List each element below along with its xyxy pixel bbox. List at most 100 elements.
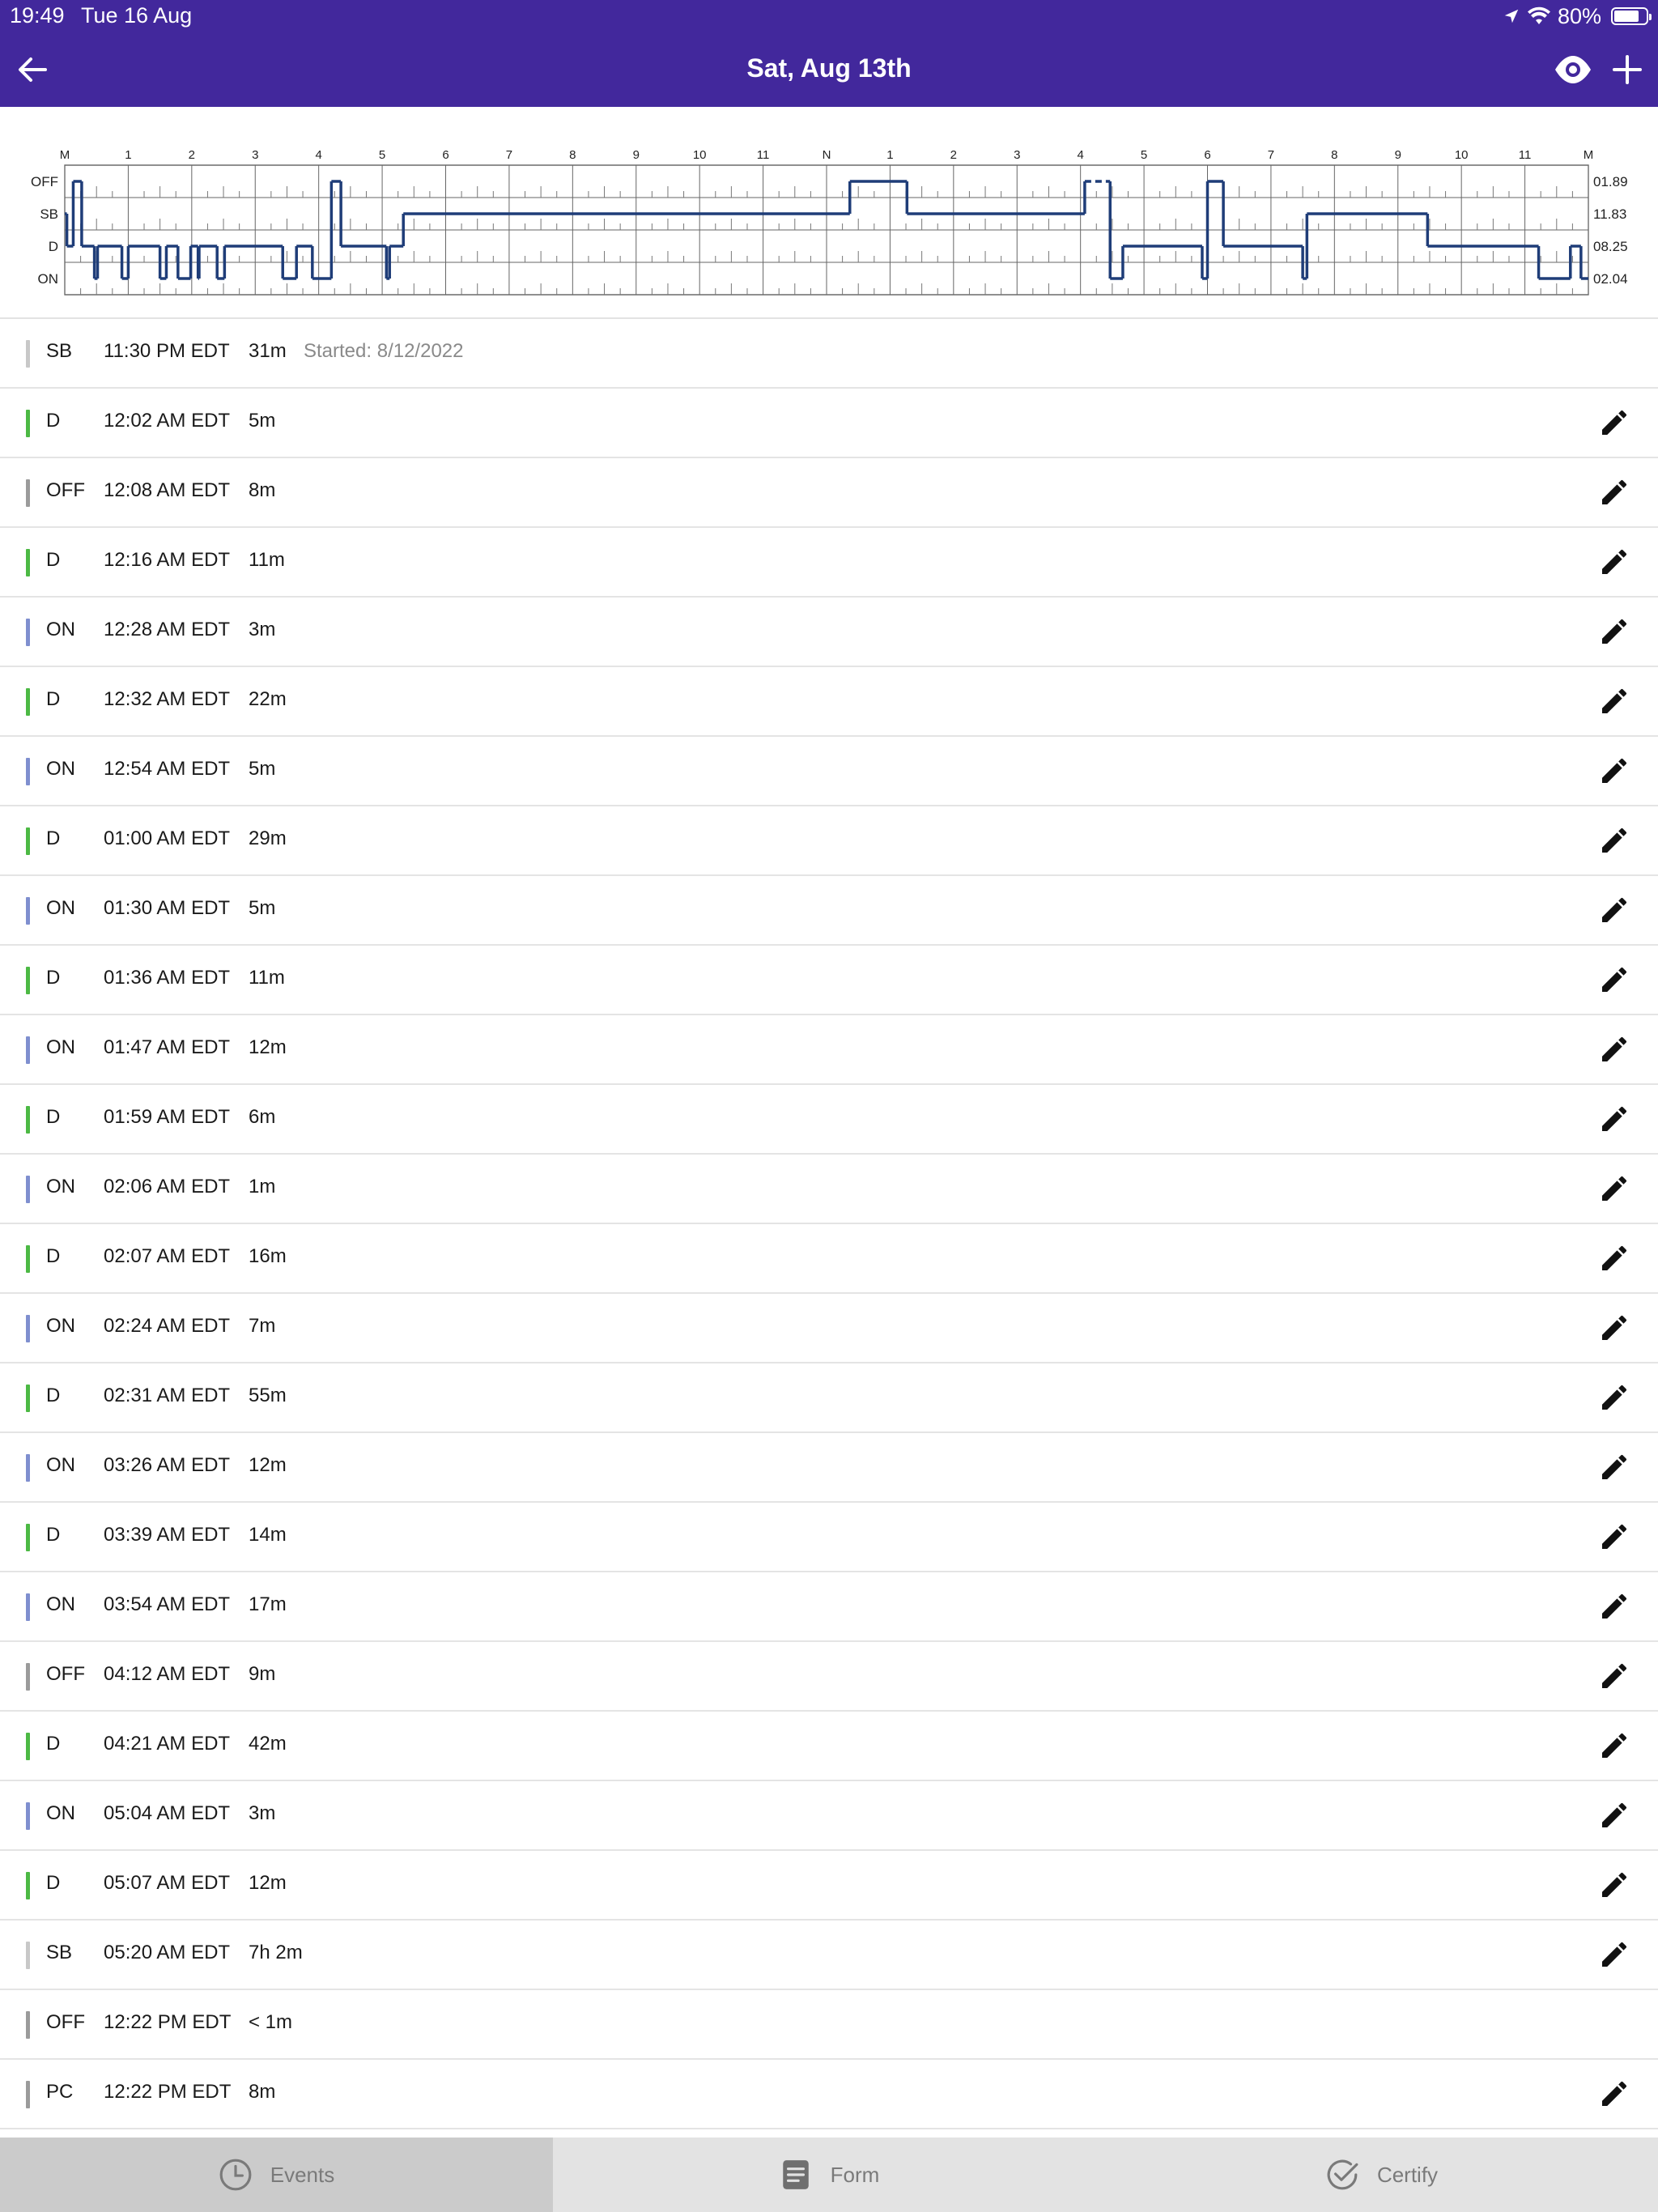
event-row[interactable]: D 12:32 AM EDT 22m [0, 667, 1658, 737]
edit-pencil-icon[interactable] [1598, 1103, 1630, 1135]
event-row[interactable]: ON 03:54 AM EDT 17m [0, 1572, 1658, 1642]
edit-pencil-icon[interactable] [1598, 1242, 1630, 1274]
event-time: 02:24 AM EDT [104, 1315, 231, 1337]
plus-icon[interactable] [1608, 50, 1647, 89]
event-time: 03:39 AM EDT [104, 1524, 231, 1546]
edit-pencil-icon[interactable] [1598, 1312, 1630, 1344]
edit-pencil-icon[interactable] [1598, 685, 1630, 717]
event-status: D [46, 967, 61, 989]
edit-pencil-icon[interactable] [1598, 1172, 1630, 1205]
event-row[interactable]: PC 12:22 PM EDT 8m [0, 2060, 1658, 2129]
event-row[interactable]: ON 12:28 AM EDT 3m [0, 598, 1658, 667]
status-total: 01.89 [1593, 174, 1628, 189]
edit-pencil-icon[interactable] [1598, 1033, 1630, 1066]
status-color-bar [26, 1245, 30, 1273]
event-status: PC [46, 2081, 74, 2103]
event-status: ON [46, 1593, 75, 1615]
edit-pencil-icon[interactable] [1598, 1451, 1630, 1483]
event-status: D [46, 1106, 61, 1128]
event-row[interactable]: D 01:59 AM EDT 6m [0, 1085, 1658, 1155]
event-duration: 5m [249, 410, 276, 432]
event-row[interactable]: ON 02:06 AM EDT 1m [0, 1155, 1658, 1224]
edit-pencil-icon[interactable] [1598, 1799, 1630, 1831]
event-time: 01:00 AM EDT [104, 827, 231, 849]
event-row[interactable]: ON 01:47 AM EDT 12m [0, 1015, 1658, 1085]
event-row[interactable]: D 04:21 AM EDT 42m [0, 1712, 1658, 1781]
event-duration: 6m [249, 1106, 276, 1128]
edit-pencil-icon[interactable] [1598, 615, 1630, 648]
event-row[interactable]: SB 05:20 AM EDT 7h 2m [0, 1921, 1658, 1990]
status-total: 08.25 [1593, 239, 1628, 254]
event-row[interactable]: D 12:02 AM EDT 5m [0, 389, 1658, 458]
event-time: 05:07 AM EDT [104, 1872, 231, 1894]
event-time: 12:02 AM EDT [104, 410, 231, 432]
status-color-bar [26, 1454, 30, 1482]
status-color-bar [26, 1733, 30, 1760]
status-color-bar [26, 410, 30, 437]
event-duration: 17m [249, 1593, 287, 1615]
hour-label: 1 [125, 148, 131, 162]
edit-pencil-icon[interactable] [1598, 1660, 1630, 1692]
battery-icon [1611, 7, 1652, 25]
edit-pencil-icon[interactable] [1598, 406, 1630, 439]
event-row[interactable]: ON 01:30 AM EDT 5m [0, 876, 1658, 946]
edit-pencil-icon[interactable] [1598, 755, 1630, 787]
event-duration: 29m [249, 827, 287, 849]
tab-label: Events [270, 2162, 335, 2187]
event-status: SB [46, 1942, 73, 1963]
tab-certify[interactable]: Certify [1105, 2138, 1658, 2212]
status-color-bar [26, 549, 30, 576]
edit-pencil-icon[interactable] [1598, 476, 1630, 508]
edit-pencil-icon[interactable] [1598, 963, 1630, 996]
event-status: D [46, 1245, 61, 1267]
event-row[interactable]: ON 03:26 AM EDT 12m [0, 1433, 1658, 1503]
eye-icon[interactable] [1553, 52, 1593, 87]
event-row[interactable]: OFF 12:08 AM EDT 8m [0, 458, 1658, 528]
event-time: 12:32 AM EDT [104, 688, 231, 710]
event-row[interactable]: D 01:00 AM EDT 29m [0, 806, 1658, 876]
edit-pencil-icon[interactable] [1598, 1521, 1630, 1553]
log-graph: M 1 2 3 4 5 6 7 8 9 10 11 N 1 2 3 4 5 6 7 8 9 10 11 MOFF 01.89SB 1… [31, 148, 1628, 296]
status-color-bar [26, 1176, 30, 1203]
event-duration: 1m [249, 1176, 276, 1197]
hour-label: 9 [633, 148, 640, 162]
event-row[interactable]: D 02:31 AM EDT 55m [0, 1363, 1658, 1433]
event-time: 02:07 AM EDT [104, 1245, 231, 1267]
event-time: 01:30 AM EDT [104, 897, 231, 919]
event-row[interactable]: D 05:07 AM EDT 12m [0, 1851, 1658, 1921]
status-color-bar [26, 1872, 30, 1899]
event-row[interactable]: OFF 12:22 PM EDT < 1m [0, 1990, 1658, 2060]
event-row[interactable]: D 01:36 AM EDT 11m [0, 946, 1658, 1015]
event-row[interactable]: ON 12:54 AM EDT 5m [0, 737, 1658, 806]
status-color-bar [26, 1663, 30, 1691]
edit-pencil-icon[interactable] [1598, 1869, 1630, 1901]
event-row[interactable]: ON 05:04 AM EDT 3m [0, 1781, 1658, 1851]
event-row[interactable]: ON 02:24 AM EDT 7m [0, 1294, 1658, 1363]
edit-pencil-icon[interactable] [1598, 894, 1630, 926]
event-row[interactable]: D 03:39 AM EDT 14m [0, 1503, 1658, 1572]
event-row[interactable]: OFF 04:12 AM EDT 9m [0, 1642, 1658, 1712]
tab-form[interactable]: Form [553, 2138, 1105, 2212]
event-time: 01:36 AM EDT [104, 967, 231, 989]
edit-pencil-icon[interactable] [1598, 546, 1630, 578]
document-icon [779, 2158, 813, 2192]
event-status: ON [46, 758, 75, 780]
event-status: ON [46, 1315, 75, 1337]
edit-pencil-icon[interactable] [1598, 1729, 1630, 1762]
hour-label: 7 [1268, 148, 1274, 162]
event-duration: 12m [249, 1872, 287, 1894]
edit-pencil-icon[interactable] [1598, 2078, 1630, 2110]
hour-label: 11 [757, 148, 770, 162]
event-row[interactable]: SB 11:30 PM EDT 31m Started: 8/12/2022 [0, 319, 1658, 389]
edit-pencil-icon[interactable] [1598, 824, 1630, 857]
event-time: 12:16 AM EDT [104, 549, 231, 571]
edit-pencil-icon[interactable] [1598, 1381, 1630, 1414]
tab-events[interactable]: Events [0, 2138, 553, 2212]
event-row[interactable]: D 02:07 AM EDT 16m [0, 1224, 1658, 1294]
event-duration: 55m [249, 1385, 287, 1406]
event-row[interactable]: D 12:16 AM EDT 11m [0, 528, 1658, 598]
edit-pencil-icon[interactable] [1598, 1938, 1630, 1971]
edit-pencil-icon[interactable] [1598, 1590, 1630, 1623]
hour-label: 8 [569, 148, 576, 162]
event-time: 12:22 PM EDT [104, 2011, 232, 2033]
